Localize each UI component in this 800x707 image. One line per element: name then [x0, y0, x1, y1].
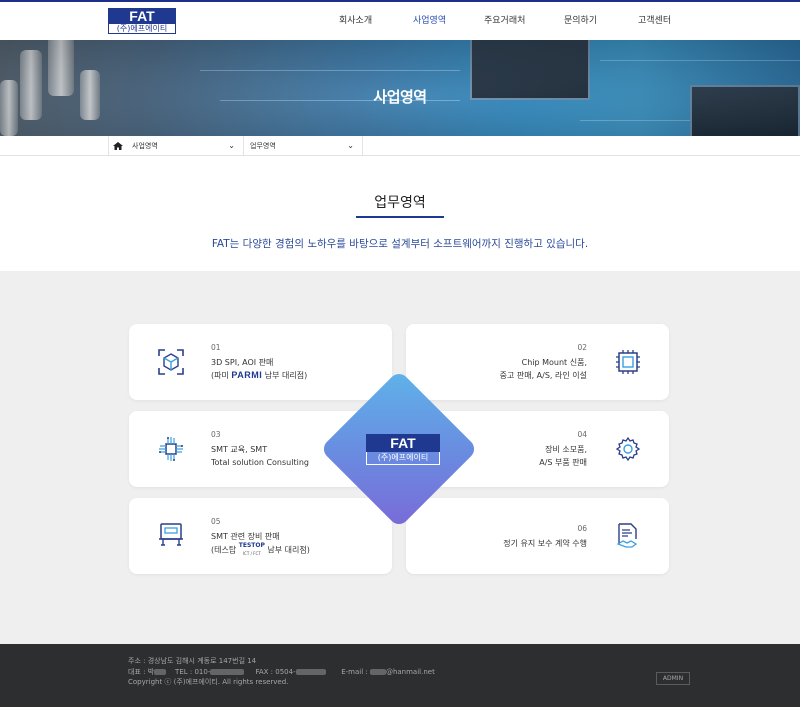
service-number: 04 — [577, 430, 587, 439]
chevron-down-icon: ⌄ — [347, 141, 354, 150]
masked-text — [210, 669, 245, 675]
service-line1: SMT 교육, SMT — [211, 445, 268, 454]
masked-text — [154, 669, 167, 675]
service-line2: A/S 부품 판매 — [539, 458, 587, 467]
footer-contact: 대표 : 박 TEL : 010- FAX : 0504- E-mail : @… — [128, 667, 435, 677]
center-logo-title: FAT — [366, 434, 440, 452]
breadcrumb-home[interactable] — [108, 136, 126, 156]
admin-button[interactable]: ADMIN — [656, 672, 690, 685]
footer-address: 주소 : 경상남도 김해시 계동로 147번길 14 — [128, 657, 257, 665]
nav-item-business[interactable]: 사업영역 — [413, 13, 446, 26]
breadcrumb-dropdown-section[interactable]: 사업영역 ⌄ — [126, 136, 244, 156]
parmi-logo: PARMI — [231, 370, 263, 380]
footer-fax: FAX : 0504- — [255, 668, 296, 676]
site-footer: 주소 : 경상남도 김해시 계동로 147번길 14 대표 : 박 TEL : … — [0, 644, 800, 707]
service-line1: 정기 유지 보수 계약 수행 — [503, 539, 587, 548]
center-diamond: FAT (주)에프에이티 — [319, 369, 479, 529]
breadcrumb-level1: 사업영역 — [132, 142, 158, 150]
masked-text — [369, 669, 386, 675]
center-logo: FAT (주)에프에이티 — [366, 434, 440, 465]
title-underline — [356, 216, 444, 218]
machine-icon — [159, 523, 183, 546]
service-number: 02 — [577, 343, 587, 352]
banner-title: 사업영역 — [373, 88, 427, 106]
service-line1: Chip Mount 신품, — [521, 358, 587, 367]
nav-item-company[interactable]: 회사소개 — [339, 13, 372, 26]
cube-scan-icon — [158, 349, 184, 375]
service-number: 06 — [577, 524, 587, 533]
intro-section: 업무영역 FAT는 다양한 경험의 노하우를 바탕으로 설계부터 소프트웨어까지… — [0, 156, 800, 271]
gear-icon — [615, 436, 641, 462]
center-logo-subtitle: (주)에프에이티 — [366, 452, 440, 465]
breadcrumb-level2: 업무영역 — [250, 142, 276, 150]
footer-rep: 대표 : 박 — [128, 668, 155, 676]
footer-email: E-mail : — [341, 668, 370, 676]
section-title: 업무영역 — [374, 195, 426, 211]
breadcrumb: 사업영역 ⌄ 업무영역 ⌄ — [0, 136, 800, 156]
contract-handshake-icon — [616, 523, 638, 548]
circuit-icon — [159, 437, 183, 461]
service-line2: 중고 판매, A/S, 라인 이설 — [499, 371, 587, 380]
masked-text — [295, 669, 326, 675]
site-logo[interactable]: FAT (주)에프에이티 — [108, 8, 176, 34]
site-header: FAT (주)에프에이티 회사소개 사업영역 주요거래처 문의하기 고객센터 — [0, 0, 800, 40]
breadcrumb-dropdown-page[interactable]: 업무영역 ⌄ — [244, 136, 363, 156]
logo-title: FAT — [108, 8, 176, 24]
testop-logo: TESTOP ICT / FCT — [238, 542, 265, 556]
header-topline — [0, 0, 800, 2]
service-number: 01 — [211, 343, 221, 352]
service-line1: 3D SPI, AOI 판매 — [211, 358, 274, 367]
chevron-down-icon: ⌄ — [228, 141, 235, 150]
logo-subtitle: (주)에프에이티 — [108, 24, 176, 34]
footer-email-domain: @hanmail.net — [385, 668, 435, 676]
service-line1: 장비 소모품, — [545, 445, 587, 454]
chip-icon — [616, 350, 640, 374]
service-number: 03 — [211, 430, 221, 439]
service-line2: (파미 PARMI 남부 대리점) — [211, 370, 308, 380]
service-number: 05 — [211, 517, 221, 526]
nav-item-inquiry[interactable]: 문의하기 — [564, 13, 597, 26]
footer-copyright: Copyright ⓒ (주)에프에이티. All rights reserve… — [128, 678, 289, 686]
footer-tel: TEL : 010- — [175, 668, 211, 676]
hero-banner: 사업영역 — [0, 40, 800, 136]
service-line2: (테스탑 TESTOP ICT / FCT 남부 대리점) — [211, 542, 310, 556]
nav-item-clients[interactable]: 주요거래처 — [484, 13, 525, 26]
section-description: FAT는 다양한 경험의 노하우를 바탕으로 설계부터 소프트웨어까지 진행하고… — [211, 238, 589, 250]
nav-item-support[interactable]: 고객센터 — [638, 13, 671, 26]
service-line2: Total solution Consulting — [211, 458, 309, 467]
home-icon — [113, 142, 123, 150]
